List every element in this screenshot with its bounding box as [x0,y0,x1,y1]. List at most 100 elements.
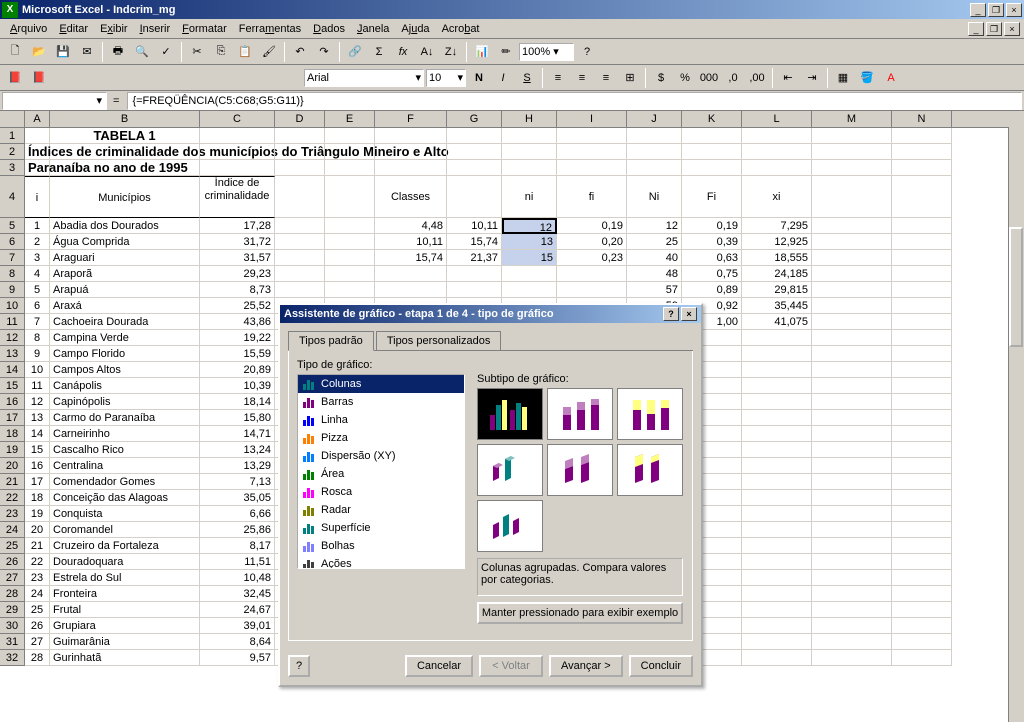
cell[interactable]: 31,57 [200,250,275,266]
cell[interactable]: Comendador Gomes [50,474,200,490]
cell[interactable] [742,394,812,410]
cell[interactable] [742,634,812,650]
save-icon[interactable]: 💾 [52,41,74,63]
menu-formatar[interactable]: Formatar [176,21,233,37]
cell[interactable] [742,570,812,586]
cell[interactable]: 17 [25,474,50,490]
cell[interactable]: Carmo do Paranaíba [50,410,200,426]
cell[interactable] [742,586,812,602]
close-button[interactable]: × [1006,3,1022,17]
finish-button[interactable]: Concluir [629,655,693,677]
name-box[interactable]: ▾ [2,92,107,110]
col-header[interactable]: N [892,111,952,127]
cell[interactable]: 35,05 [200,490,275,506]
cell[interactable]: Água Comprida [50,234,200,250]
row-header[interactable]: 32 [0,650,25,666]
cell[interactable] [812,394,892,410]
row-header[interactable]: 13 [0,346,25,362]
cell[interactable]: 15,80 [200,410,275,426]
cell[interactable] [892,266,952,282]
cell[interactable] [375,128,447,144]
row-header[interactable]: 28 [0,586,25,602]
header-cell[interactable]: xi [742,176,812,218]
dialog-titlebar[interactable]: Assistente de gráfico - etapa 1 de 4 - t… [280,305,701,323]
tab-standard[interactable]: Tipos padrão [288,331,374,351]
cell[interactable] [812,602,892,618]
cell[interactable] [812,570,892,586]
cell[interactable]: 10,11 [447,218,502,234]
cell[interactable] [812,474,892,490]
row-header[interactable]: 30 [0,618,25,634]
dec-indent-icon[interactable]: ⇤ [777,67,799,89]
cell[interactable] [742,490,812,506]
cell[interactable]: 15 [502,250,557,266]
hyperlink-icon[interactable]: 🔗 [344,41,366,63]
cell[interactable]: 10,48 [200,570,275,586]
cell[interactable] [892,618,952,634]
sort-asc-icon[interactable]: A↓ [416,41,438,63]
cell[interactable] [682,144,742,160]
cell[interactable] [50,160,200,176]
cell[interactable] [742,128,812,144]
cell[interactable] [812,128,892,144]
row-header[interactable]: 31 [0,634,25,650]
cell[interactable] [502,160,557,176]
cell[interactable]: 18,14 [200,394,275,410]
cell[interactable]: Centralina [50,458,200,474]
cell[interactable] [557,160,627,176]
chart-type-item[interactable]: Radar [298,501,464,519]
cell[interactable] [812,506,892,522]
row-header[interactable]: 1 [0,128,25,144]
row-header[interactable]: 5 [0,218,25,234]
header-cell[interactable]: Classes [375,176,447,218]
row-header[interactable]: 16 [0,394,25,410]
cell[interactable] [275,266,325,282]
cell[interactable]: 39,01 [200,618,275,634]
cell[interactable]: 13,24 [200,442,275,458]
cell[interactable]: 10 [25,362,50,378]
cell[interactable]: 6 [25,298,50,314]
cell[interactable] [812,282,892,298]
cell[interactable]: Estrela do Sul [50,570,200,586]
menu-ajuda[interactable]: Ajuda [395,21,435,37]
row-header[interactable]: 20 [0,458,25,474]
cell[interactable]: 13 [25,410,50,426]
print-icon[interactable]: 🖶 [107,41,129,63]
col-header[interactable]: J [627,111,682,127]
cell[interactable]: 22 [25,554,50,570]
align-left-icon[interactable]: ≡ [547,67,569,89]
copy-icon[interactable]: ⎘ [210,41,232,63]
cell[interactable] [892,144,952,160]
row-header[interactable]: 19 [0,442,25,458]
restore-button[interactable]: ❐ [988,3,1004,17]
cell[interactable]: 29,815 [742,282,812,298]
cell[interactable] [325,144,375,160]
cell[interactable]: 10,39 [200,378,275,394]
cell[interactable]: Grupiara [50,618,200,634]
cell[interactable] [812,650,892,666]
cut-icon[interactable]: ✂ [186,41,208,63]
formula-input[interactable]: {=FREQÜÊNCIA(C5:C68;G5:G11)} [127,92,1022,110]
cell[interactable]: 14 [25,426,50,442]
cell[interactable] [742,650,812,666]
cell[interactable]: 15,74 [375,250,447,266]
sort-desc-icon[interactable]: Z↓ [440,41,462,63]
cell[interactable] [812,490,892,506]
cell[interactable] [742,618,812,634]
header-cell[interactable]: Índice de criminalidade [200,176,275,218]
cell[interactable]: 4 [25,266,50,282]
cell[interactable] [742,144,812,160]
cell[interactable]: 25 [627,234,682,250]
cell[interactable]: 57 [627,282,682,298]
cell[interactable]: 18 [25,490,50,506]
cell[interactable] [812,538,892,554]
cell[interactable] [200,144,275,160]
cell[interactable] [892,282,952,298]
cell[interactable]: 3 [25,250,50,266]
cell[interactable]: Canápolis [50,378,200,394]
cell[interactable] [892,554,952,570]
cell[interactable]: 1 [25,218,50,234]
cell[interactable] [742,442,812,458]
cell[interactable]: 43,86 [200,314,275,330]
cell[interactable]: Cruzeiro da Fortaleza [50,538,200,554]
